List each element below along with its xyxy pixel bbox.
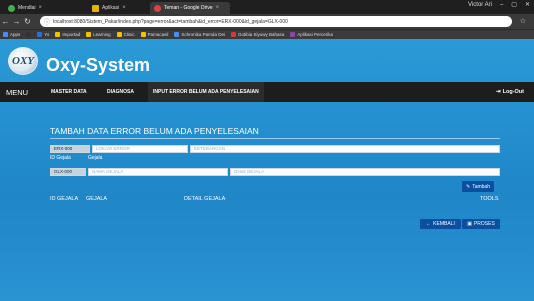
column-tools: TOOLS — [480, 196, 499, 202]
bookmark-item[interactable]: Gotibia Siyuwy Bahasa — [230, 32, 284, 37]
bookmarks-bar: Apps Yo Importad Learning Clinic Pamacas… — [0, 29, 534, 39]
bookmark-icon — [230, 32, 236, 37]
bookmark-item[interactable]: Schronika Pamda Dei — [174, 32, 225, 37]
tambah-button[interactable]: ✎ Tambah — [462, 181, 494, 192]
back-icon[interactable]: ← — [0, 17, 11, 26]
bookmark-item[interactable]: Pamacasil — [140, 32, 168, 37]
gejala-id-field[interactable]: GLX-000 — [50, 168, 86, 176]
user-name: Victor Ari — [468, 1, 492, 8]
page-title: TAMBAH DATA ERROR BELUM ADA PENYELESAIAN — [50, 126, 259, 136]
minimize-icon[interactable]: – — [500, 2, 503, 8]
divider — [50, 138, 500, 139]
browser-tab-3[interactable]: Teman - Google Drive × — [150, 2, 230, 14]
column-id-gejala: ID GEJALA — [50, 196, 79, 202]
apps-icon — [3, 32, 8, 37]
bookmark-item[interactable]: Importad — [55, 32, 80, 37]
error-id-field[interactable]: ERX-000 — [50, 145, 90, 153]
bookmark-item[interactable] — [26, 32, 32, 37]
bookmark-item[interactable]: Aplikasi Percerika — [290, 32, 333, 37]
main-navbar: MENU MASTER DATA DIAGNOSA INPUT ERROR BE… — [0, 82, 534, 102]
app-brand: Oxy-System — [46, 55, 151, 75]
forward-icon[interactable]: → — [11, 17, 22, 26]
folder-icon — [140, 32, 146, 37]
browser-tab-1[interactable]: Mendlai × — [4, 2, 64, 14]
reload-icon[interactable]: ↻ — [22, 17, 33, 26]
folder-icon — [92, 4, 99, 12]
logout-icon: ⇥ — [496, 89, 501, 95]
nav-master-data[interactable]: MASTER DATA — [46, 82, 92, 102]
kembali-button[interactable]: ← KEMBALI — [420, 219, 461, 229]
tab-title: Mendlai — [18, 5, 36, 11]
save-icon: ▣ — [467, 221, 472, 227]
nav-input-error[interactable]: INPUT ERROR BELUM ADA PENYELESAIAN — [148, 82, 264, 102]
column-detail-gejala: DETAIL GEJALA — [184, 196, 226, 202]
folder-icon — [55, 32, 61, 37]
menu-label: MENU — [6, 88, 29, 97]
oxy-logo: OXY — [8, 47, 38, 75]
folder-icon — [86, 32, 92, 37]
proses-button[interactable]: ▣ PROSES — [462, 219, 500, 229]
drive-icon — [154, 4, 161, 12]
column-gejala: GEJALA — [86, 196, 108, 202]
logout-button[interactable]: ⇥ Log-Out — [496, 82, 524, 102]
address-bar: ← → ↻ ⓘ localhost:8080/Sistem_Pakar/inde… — [0, 14, 534, 29]
tab-title: Aplikasi — [102, 5, 120, 11]
browser-tab-2[interactable]: Aplikasi × — [88, 2, 148, 14]
detail-gejala-input[interactable]: Detail GEJALA — [230, 168, 500, 176]
pencil-icon: ✎ — [466, 183, 471, 190]
bookmark-star-icon[interactable]: ☆ — [520, 17, 526, 25]
lokasi-error-input[interactable]: LOKASI ERROR — [92, 145, 188, 153]
bookmark-item[interactable]: Clinic — [116, 32, 135, 37]
tab-title: Teman - Google Drive — [164, 5, 213, 11]
bookmark-icon — [37, 32, 43, 37]
bookmark-icon — [290, 32, 296, 37]
keterangan-input[interactable]: KETERANGAN — [190, 145, 500, 153]
whatsapp-icon — [8, 4, 15, 12]
arrow-left-icon: ← — [426, 221, 432, 227]
maximize-icon[interactable]: ▢ — [511, 1, 517, 8]
url-text: localhost:8080/Sistem_Pakar/index.php?pa… — [53, 18, 288, 25]
label-id-gejala: ID Gejala — [50, 155, 71, 161]
nama-gejala-input[interactable]: NAMA GEJALA — [88, 168, 228, 176]
window-controls: Victor Ari – ▢ ✕ — [468, 1, 530, 9]
bookmark-icon — [174, 32, 180, 37]
github-icon — [26, 32, 32, 37]
info-icon: ⓘ — [44, 20, 51, 26]
app-page: OXY Oxy-System MENU MASTER DATA DIAGNOSA… — [0, 39, 534, 301]
close-icon[interactable]: × — [122, 5, 126, 11]
label-gejala: Gejala — [88, 155, 103, 161]
nav-diagnosa[interactable]: DIAGNOSA — [102, 82, 139, 102]
browser-tab-strip: Mendlai × Aplikasi × Teman - Google Driv… — [0, 0, 534, 14]
close-window-icon[interactable]: ✕ — [525, 1, 530, 8]
close-icon[interactable]: × — [39, 5, 43, 11]
bookmark-item[interactable]: Learning — [86, 32, 111, 37]
close-icon[interactable]: × — [216, 5, 220, 11]
bookmark-apps[interactable]: Apps — [3, 32, 20, 37]
bookmark-item[interactable]: Yo — [37, 32, 49, 37]
folder-icon — [116, 32, 122, 37]
url-field[interactable]: ⓘ localhost:8080/Sistem_Pakar/index.php?… — [40, 16, 512, 27]
